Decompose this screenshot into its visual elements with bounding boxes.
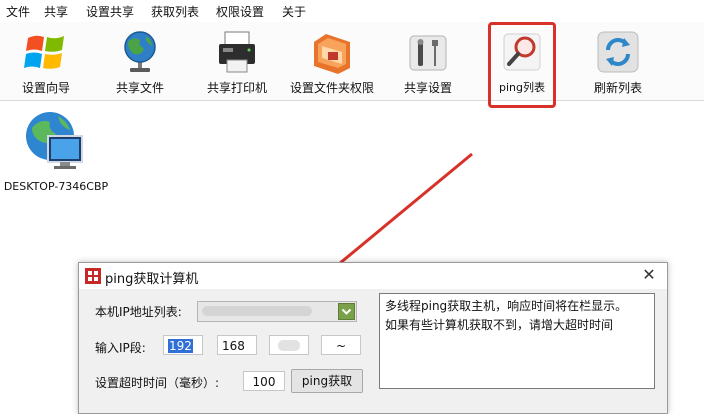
ip-octet-1-input[interactable]: 192 <box>163 335 203 355</box>
ip-segment-label: 输入IP段: <box>95 341 146 355</box>
chevron-down-icon <box>341 308 352 315</box>
dropdown-button[interactable] <box>338 303 355 320</box>
timeout-input[interactable]: 100 <box>243 371 285 391</box>
timeout-label: 设置超时时间（毫秒）: <box>95 376 220 390</box>
ip-list-label: 本机IP地址列表: <box>95 305 182 319</box>
ip-octet-2-value: 168 <box>222 339 245 353</box>
close-icon[interactable]: ✕ <box>639 265 659 285</box>
ip-octet-1-value: 192 <box>168 339 193 353</box>
ping-get-label: ping获取 <box>301 374 353 388</box>
dialog-titlebar: ping获取计算机 ✕ <box>79 263 667 289</box>
timeout-value: 100 <box>252 375 276 389</box>
ping-dialog: ping获取计算机 ✕ 本机IP地址列表: 输入IP段: 192 168 ~ 设… <box>78 262 668 414</box>
app-icon <box>85 268 101 284</box>
info-text-area[interactable]: 多线程ping获取主机，响应时间将在栏显示。 如果有些计算机获取不到，请增大超时… <box>379 293 655 389</box>
ip-address-dropdown[interactable] <box>197 301 357 322</box>
ip-range-value: ~ <box>335 339 347 353</box>
ip-range-input[interactable]: ~ <box>321 335 361 355</box>
info-line-2: 如果有些计算机获取不到，请增大超时时间 <box>385 318 614 332</box>
ip-octet-3-input[interactable] <box>269 335 309 355</box>
ip-octet-2-input[interactable]: 168 <box>217 335 257 355</box>
ping-get-button[interactable]: ping获取 <box>291 369 363 393</box>
dialog-title: ping获取计算机 <box>105 272 199 287</box>
ip-address-value-redacted <box>202 306 312 316</box>
info-line-1: 多线程ping获取主机，响应时间将在栏显示。 <box>385 299 628 313</box>
ip-octet-3-redacted <box>278 340 300 351</box>
